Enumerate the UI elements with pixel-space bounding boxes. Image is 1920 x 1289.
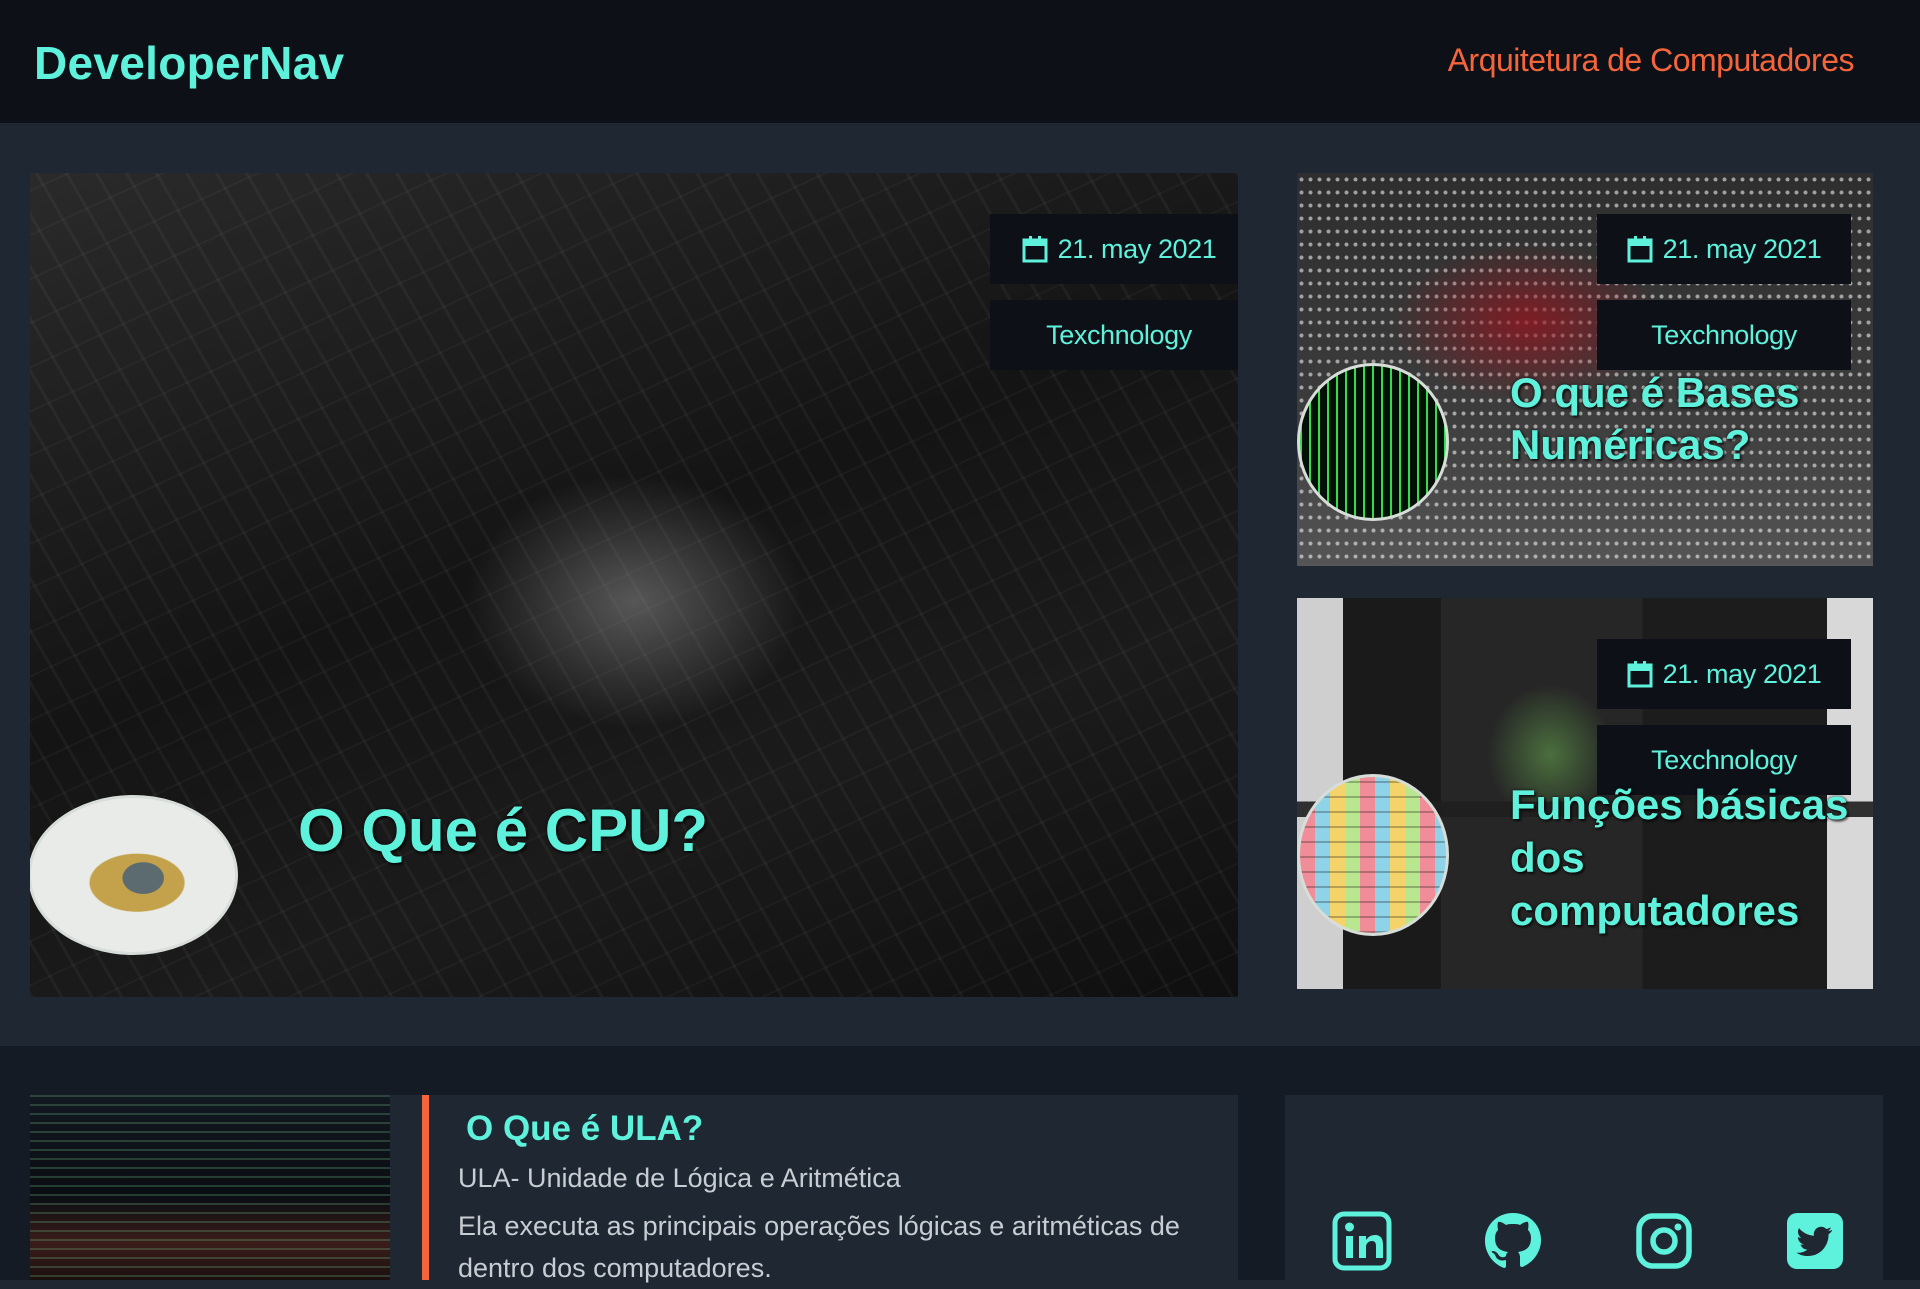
featured-post-title[interactable]: O Que é CPU? bbox=[298, 801, 708, 861]
author-avatar bbox=[1297, 363, 1449, 521]
featured-post-card[interactable]: 21. may 2021 Texchnology O Que é CPU? bbox=[30, 173, 1238, 997]
side-post-title[interactable]: O que é Bases Numéricas? bbox=[1510, 367, 1850, 471]
article-subtitle: ULA- Unidade de Lógica e Aritmética bbox=[458, 1163, 901, 1193]
social-links bbox=[1285, 1095, 1883, 1280]
nav-link-arquitetura[interactable]: Arquitetura de Computadores bbox=[1448, 42, 1855, 79]
post-category-badge[interactable]: Texchnology bbox=[1597, 300, 1851, 370]
article-title[interactable]: O Que é ULA? bbox=[466, 1109, 703, 1149]
linkedin-icon[interactable] bbox=[1331, 1210, 1393, 1272]
post-category-badge[interactable]: Texchnology bbox=[990, 300, 1238, 370]
article-card[interactable]: O Que é ULA? ULA- Unidade de Lógica e Ar… bbox=[30, 1095, 1238, 1283]
calendar-icon bbox=[1627, 236, 1653, 263]
post-date: 21. may 2021 bbox=[1662, 233, 1822, 264]
side-post-title[interactable]: Funções básicas dos computadores bbox=[1510, 778, 1870, 937]
top-navbar: DeveloperNav Arquitetura de Computadores bbox=[0, 0, 1920, 123]
github-icon[interactable] bbox=[1482, 1210, 1544, 1272]
side-post-card[interactable]: 21. may 2021 Texchnology O que é Bases N… bbox=[1297, 173, 1873, 566]
author-avatar bbox=[30, 795, 238, 955]
site-logo[interactable]: DeveloperNav bbox=[34, 36, 344, 90]
calendar-icon bbox=[1022, 236, 1048, 263]
post-date: 21. may 2021 bbox=[1057, 233, 1217, 264]
post-date-badge: 21. may 2021 bbox=[1597, 214, 1851, 284]
calendar-icon bbox=[1627, 661, 1653, 688]
post-date-badge: 21. may 2021 bbox=[990, 214, 1238, 284]
post-date: 21. may 2021 bbox=[1662, 658, 1822, 689]
twitter-icon[interactable] bbox=[1784, 1210, 1846, 1272]
post-category: Texchnology bbox=[1651, 744, 1797, 775]
instagram-icon[interactable] bbox=[1633, 1210, 1695, 1272]
post-category: Texchnology bbox=[1046, 319, 1192, 350]
article-accent-bar bbox=[422, 1095, 429, 1280]
author-avatar bbox=[1297, 774, 1449, 936]
article-thumbnail bbox=[30, 1095, 390, 1280]
post-date-badge: 21. may 2021 bbox=[1597, 639, 1851, 709]
article-excerpt: Ela executa as principais operações lógi… bbox=[458, 1211, 1180, 1283]
side-post-card[interactable]: 21. may 2021 Texchnology Funções básicas… bbox=[1297, 598, 1873, 989]
post-category: Texchnology bbox=[1651, 319, 1797, 350]
